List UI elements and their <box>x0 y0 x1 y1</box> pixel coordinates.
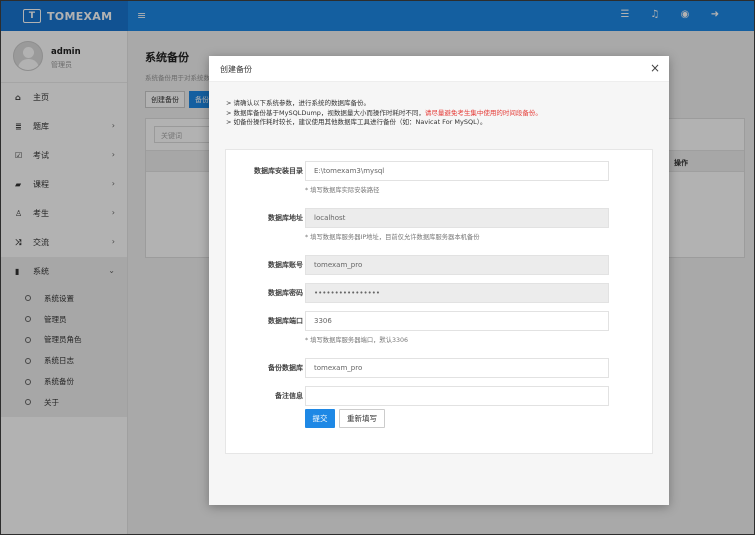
note-line: > 请确认以下系统参数，进行系统的数据库备份。 <box>226 99 371 107</box>
install-dir-hint: * 填写数据库实际安装路径 <box>305 187 380 194</box>
label-install-dir: 数据库安装目录 <box>254 167 303 175</box>
app-window: T TOMEXAM ≡ ☰ ♫ ◉ ➜ admin 管理员 ⌂ 主页 ≣ 题库 › ☑ 考试… <box>0 0 755 535</box>
reset-button[interactable]: 重新填写 <box>339 409 385 428</box>
host-hint: * 填写数据库服务器IP地址，目前仅允许数据库服务器本机备份 <box>305 234 480 241</box>
db-password-input[interactable]: •••••••••••••••• <box>305 283 609 303</box>
install-dir-input[interactable]: E:\tomexam3\mysql <box>305 161 609 181</box>
close-icon[interactable]: × <box>650 61 660 75</box>
label-remark: 备注信息 <box>275 392 303 400</box>
label-host: 数据库地址 <box>268 214 303 222</box>
modal-body: > 请确认以下系统参数，进行系统的数据库备份。 > 数据库备份基于MySQLDu… <box>209 82 669 505</box>
host-input[interactable]: localhost <box>305 208 609 228</box>
note-line: > 如备份操作耗时较长，建议使用其他数据库工具进行备份（如：Navicat Fo… <box>226 118 487 126</box>
label-backup-db: 备份数据库 <box>268 364 303 372</box>
db-user-input[interactable]: tomexam_pro <box>305 255 609 275</box>
port-hint: * 填写数据库服务器端口，默认3306 <box>305 337 409 344</box>
db-port-input[interactable]: 3306 <box>305 311 609 331</box>
backup-db-input[interactable]: tomexam_pro <box>305 358 609 378</box>
modal-header: 创建备份 × <box>209 56 669 82</box>
remark-input[interactable] <box>305 386 609 406</box>
label-password: 数据库密码 <box>268 289 303 297</box>
submit-button[interactable]: 提交 <box>305 409 335 428</box>
create-backup-modal: 创建备份 × > 请确认以下系统参数，进行系统的数据库备份。 > 数据库备份基于… <box>209 56 669 505</box>
label-user: 数据库账号 <box>268 261 303 269</box>
notes: > 请确认以下系统参数，进行系统的数据库备份。 > 数据库备份基于MySQLDu… <box>226 99 542 128</box>
backup-form: 数据库安装目录 E:\tomexam3\mysql * 填写数据库实际安装路径 … <box>225 149 653 454</box>
note-line: > 数据库备份基于MySQLDump，视数据量大小而操作时耗时不同，请尽量避免考… <box>226 108 542 117</box>
warning-text: 请尽量避免考生集中使用的时间段备份。 <box>424 108 542 117</box>
modal-title: 创建备份 <box>220 65 252 74</box>
label-port: 数据库端口 <box>268 317 303 325</box>
